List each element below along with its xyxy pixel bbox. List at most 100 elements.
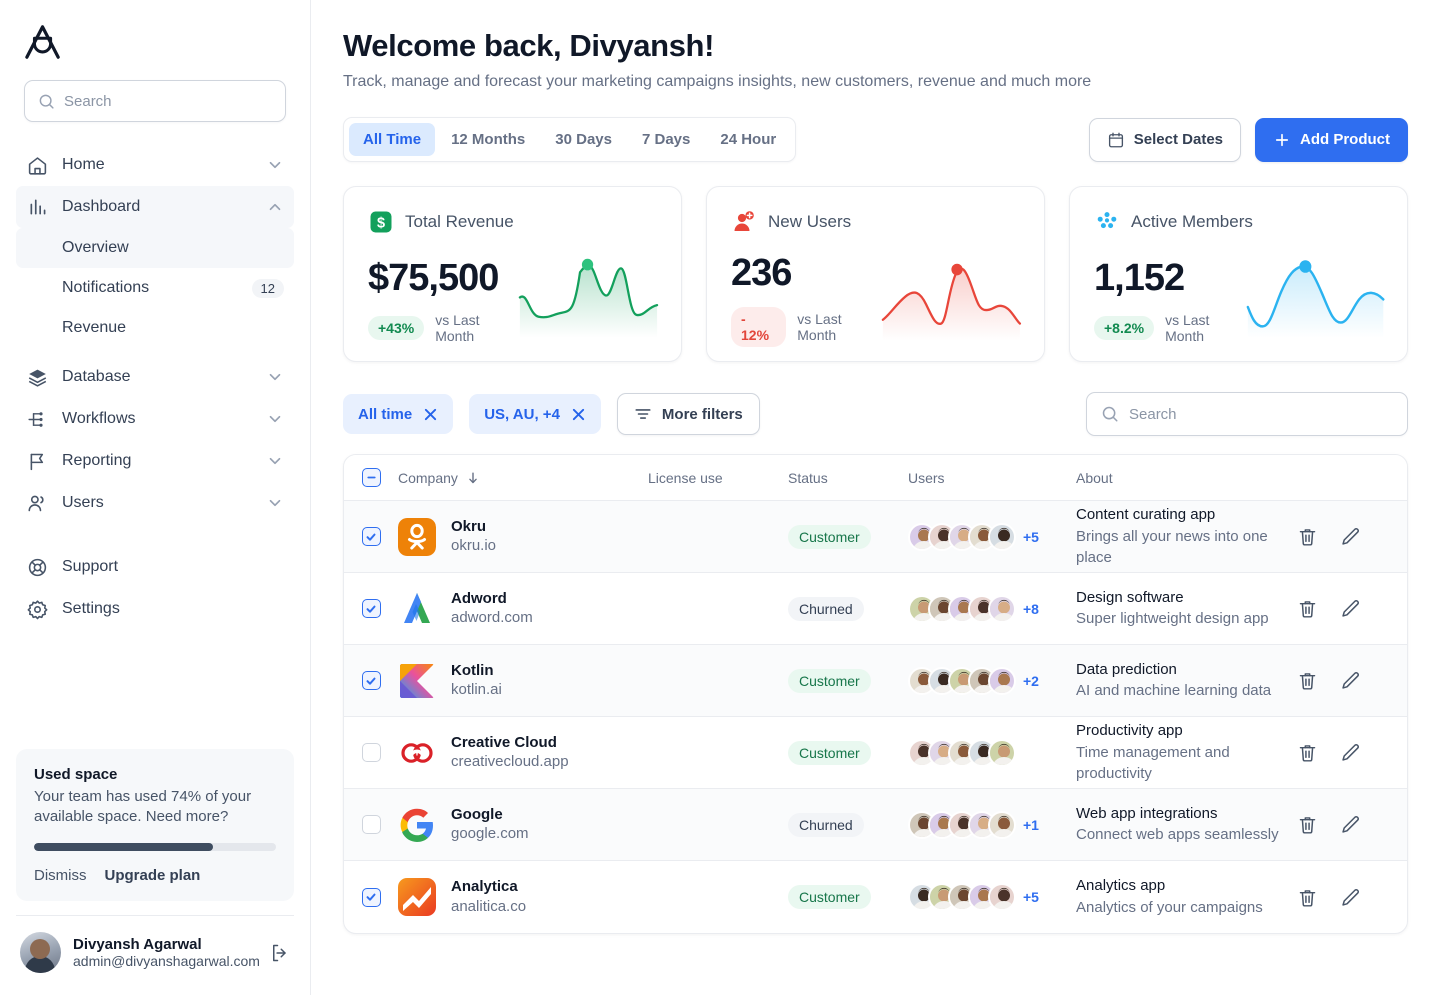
column-label: Status (788, 469, 828, 486)
user-profile[interactable]: Divyansh Agarwal admin@divyanshagarwal.c… (16, 932, 294, 995)
avatars-overflow-count[interactable]: +5 (1023, 889, 1039, 905)
pencil-icon[interactable] (1340, 887, 1361, 908)
trash-icon[interactable] (1297, 670, 1318, 691)
close-icon[interactable] (423, 407, 438, 422)
avatars-overflow-count[interactable]: +5 (1023, 529, 1039, 545)
more-filters-button[interactable]: More filters (616, 393, 760, 435)
arrow-down-icon[interactable] (466, 471, 480, 485)
table-search-box[interactable] (1086, 392, 1408, 436)
check-icon (366, 893, 376, 901)
row-checkbox[interactable] (361, 887, 381, 907)
pencil-icon[interactable] (1340, 814, 1361, 835)
about-title: Design software (1076, 588, 1184, 606)
table-row[interactable]: Adword adword.com Churned +8 Design soft… (344, 573, 1407, 645)
close-icon[interactable] (571, 407, 586, 422)
status-badge: Customer (788, 885, 871, 909)
about-title: Content curating app (1076, 506, 1216, 524)
filter-chip-regions[interactable]: US, AU, +4 (469, 394, 601, 434)
sidebar-subitem-label: Revenue (62, 319, 127, 336)
table-row[interactable]: Okru okru.io Customer +5 Content curatin… (344, 501, 1407, 573)
filter-bar: All time US, AU, +4 More filters Search (343, 392, 1408, 436)
tab-12-months[interactable]: 12 Months (437, 123, 539, 156)
sidebar-item-workflows[interactable]: Workflows (16, 398, 294, 440)
users-cell: +8 (908, 594, 1076, 623)
table-row[interactable]: Kotlin kotlin.ai Customer +2 Data predic… (344, 645, 1407, 717)
trash-icon[interactable] (1297, 814, 1318, 835)
table-row[interactable]: Creative Cloud creativecloud.app Custome… (344, 717, 1407, 789)
sidebar-item-dashboard[interactable]: Dashboard (16, 186, 294, 228)
sidebar-item-label: Support (62, 558, 119, 575)
sidebar-item-users[interactable]: Users (16, 482, 294, 524)
chevron-down-icon[interactable] (266, 494, 284, 512)
used-space-description: Your team has used 74% of your available… (34, 787, 252, 825)
add-product-button[interactable]: Add Product (1255, 117, 1408, 162)
filter-chip-all-time[interactable]: All time (343, 394, 454, 434)
pencil-icon[interactable] (1340, 742, 1361, 763)
sidebar-subitem-label: Notifications (62, 279, 150, 296)
company-domain: creativecloud.app (451, 753, 569, 771)
trash-icon[interactable] (1297, 598, 1318, 619)
trash-icon[interactable] (1297, 526, 1318, 547)
chevron-down-icon[interactable] (266, 368, 284, 386)
search-box[interactable] (24, 80, 286, 122)
filter-chip-label: US, AU, +4 (484, 405, 560, 423)
column-header-company[interactable]: Company (398, 470, 648, 486)
sidebar-divider (16, 915, 294, 916)
tab-7-days[interactable]: 7 Days (628, 123, 704, 156)
dismiss-link[interactable]: Dismiss (34, 867, 87, 884)
tab-all-time[interactable]: All Time (349, 123, 436, 156)
search-input[interactable] (64, 92, 272, 110)
row-checkbox[interactable] (361, 527, 381, 546)
sidebar-item-notifications[interactable]: Notifications 12 (16, 268, 294, 308)
sidebar-item-revenue[interactable]: Revenue (16, 308, 294, 348)
table-search-input[interactable] (1129, 405, 1393, 423)
brand-logo[interactable] (0, 24, 310, 80)
avatars-overflow-count[interactable]: +1 (1023, 817, 1039, 833)
chevron-down-icon[interactable] (266, 452, 284, 470)
pencil-icon[interactable] (1340, 526, 1361, 547)
row-checkbox[interactable] (361, 671, 381, 690)
sidebar-item-home[interactable]: Home (16, 144, 294, 186)
avatar (988, 883, 1016, 911)
sidebar-item-database[interactable]: Database (16, 356, 294, 398)
chevron-down-icon[interactable] (266, 156, 284, 174)
lifebuoy-icon (26, 556, 49, 579)
avatar-group: +5 (908, 522, 1076, 551)
sidebar-item-overview[interactable]: Overview (16, 228, 294, 268)
avatar-group (908, 738, 1076, 767)
trash-icon[interactable] (1297, 887, 1318, 908)
company-name: Adword (451, 589, 507, 607)
stat-card-new-users: New Users 236 - 12% vs Last Month (706, 186, 1045, 362)
row-checkbox[interactable] (361, 815, 381, 834)
avatars-overflow-count[interactable]: +8 (1023, 601, 1039, 617)
chevron-up-icon[interactable] (266, 198, 284, 216)
upgrade-plan-link[interactable]: Upgrade plan (105, 867, 201, 884)
select-all-checkbox[interactable] (361, 468, 381, 487)
trash-icon[interactable] (1297, 742, 1318, 763)
sidebar-item-label: Workflows (62, 410, 136, 427)
table-row[interactable]: Google google.com Churned +1 Web app int… (344, 789, 1407, 861)
stat-card-body: 1,152 +8.2% vs Last Month (1094, 253, 1385, 344)
table-row[interactable]: Analytica analitica.co Customer +5 Analy… (344, 861, 1407, 933)
sidebar-item-label: Users (62, 494, 104, 511)
sidebar-item-settings[interactable]: Settings (16, 588, 294, 630)
select-dates-button[interactable]: Select Dates (1088, 117, 1241, 162)
row-checkbox[interactable] (361, 599, 381, 618)
sidebar-item-support[interactable]: Support (16, 546, 294, 588)
about-subtitle: AI and machine learning data (1076, 682, 1272, 700)
about-title: Productivity app (1076, 722, 1183, 740)
chevron-down-icon[interactable] (266, 410, 284, 428)
row-checkbox[interactable] (361, 743, 381, 762)
logout-icon[interactable] (270, 943, 290, 963)
pencil-icon[interactable] (1340, 670, 1361, 691)
company-name: Okru (451, 517, 487, 535)
sidebar-item-reporting[interactable]: Reporting (16, 440, 294, 482)
toolbar-actions: Select Dates Add Product (1088, 117, 1408, 162)
sidebar-subitem-label: Overview (62, 239, 129, 256)
filter-chips: All time US, AU, +4 More filters (343, 393, 760, 435)
tab-24-hour[interactable]: 24 Hour (706, 123, 790, 156)
avatars-overflow-count[interactable]: +2 (1023, 673, 1039, 689)
stat-card-left: 236 - 12% vs Last Month (731, 252, 881, 347)
tab-30-days[interactable]: 30 Days (541, 123, 626, 156)
pencil-icon[interactable] (1340, 598, 1361, 619)
